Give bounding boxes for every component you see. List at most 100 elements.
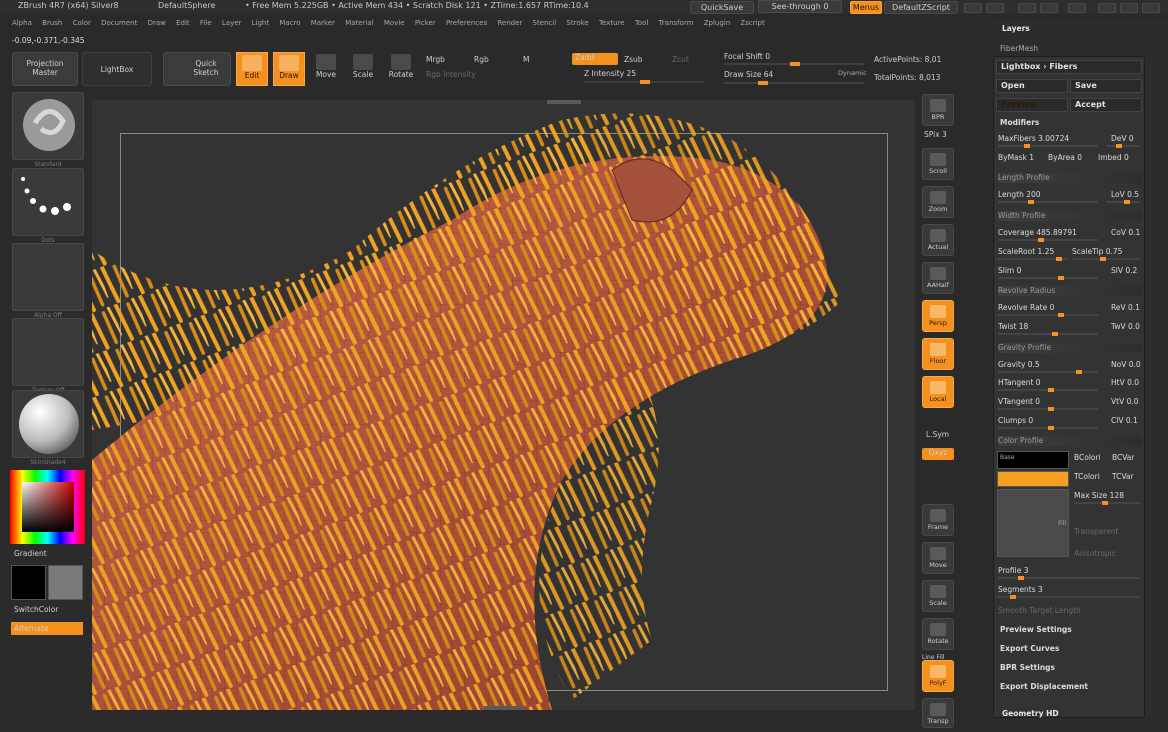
- transp-button[interactable]: Transp: [922, 698, 954, 728]
- revolve-rate-track[interactable]: [998, 313, 1098, 317]
- mrgb-button[interactable]: Mrgb: [426, 55, 445, 64]
- scale-button[interactable]: Scale: [347, 52, 379, 86]
- length-profile-section[interactable]: Length Profile: [998, 173, 1142, 183]
- maximize-icon[interactable]: [1120, 3, 1138, 13]
- tcvar-slider[interactable]: TCVar: [1112, 472, 1134, 481]
- spix-slider[interactable]: SPix 3: [924, 130, 947, 139]
- zcut-button[interactable]: Zcut: [672, 55, 689, 64]
- prev-icon[interactable]: [964, 3, 982, 13]
- texture-thumbnail[interactable]: Texture Off: [12, 318, 84, 394]
- rev-slider[interactable]: ReV 0.1: [1111, 303, 1140, 312]
- profile-curve[interactable]: Fill: [997, 489, 1069, 557]
- profile-track[interactable]: [998, 576, 1140, 580]
- htangent-track[interactable]: [998, 388, 1098, 392]
- menu-item[interactable]: Preferences: [446, 19, 487, 27]
- projection-master-button[interactable]: Projection Master: [12, 52, 78, 86]
- vtv-slider[interactable]: VtV 0.0: [1111, 397, 1139, 406]
- menu-item[interactable]: Picker: [415, 19, 436, 27]
- bpr-settings-button[interactable]: BPR Settings: [1000, 663, 1055, 672]
- anisotropic-toggle[interactable]: Anisotropic: [1074, 549, 1116, 558]
- vtangent-track[interactable]: [998, 407, 1098, 411]
- max-size-slider[interactable]: Max Size 128: [1074, 491, 1124, 500]
- lightbox-button[interactable]: LightBox: [82, 52, 152, 86]
- see-through-slider[interactable]: See-through 0: [758, 0, 842, 13]
- scaleroot-track[interactable]: [998, 257, 1068, 261]
- dynamic-button[interactable]: Dynamic: [838, 69, 867, 77]
- draw-button[interactable]: Draw: [273, 52, 305, 86]
- vtangent-slider[interactable]: VTangent 0: [998, 397, 1040, 406]
- rotate-view-button[interactable]: Rotate: [922, 618, 954, 650]
- maxfibers-slider[interactable]: MaxFibers 3.00724: [998, 134, 1069, 143]
- gravity-profile-section[interactable]: Gravity Profile: [998, 343, 1142, 353]
- rgb-intensity-slider[interactable]: Rgb Intensity: [426, 70, 476, 79]
- z-intensity-track[interactable]: [584, 80, 704, 84]
- main-color-swatch[interactable]: [11, 565, 46, 600]
- revolve-radius-section[interactable]: Revolve Radius: [998, 286, 1142, 296]
- move-view-button[interactable]: Move: [922, 542, 954, 574]
- export-curves-button[interactable]: Export Curves: [1000, 644, 1059, 653]
- clumps-slider[interactable]: Clumps 0: [998, 416, 1033, 425]
- coverage-slider[interactable]: Coverage 485.89791: [998, 228, 1077, 237]
- menu-item[interactable]: Layer: [222, 19, 242, 27]
- menu-item[interactable]: Render: [497, 19, 522, 27]
- base-color-swatch[interactable]: Base: [997, 451, 1069, 469]
- length-track[interactable]: [998, 200, 1098, 204]
- revolve-rate-slider[interactable]: Revolve Rate 0: [998, 303, 1054, 312]
- tcolor-button[interactable]: TColori: [1074, 472, 1100, 481]
- menu-item[interactable]: Light: [252, 19, 269, 27]
- bcolor-button[interactable]: BColori: [1074, 453, 1101, 462]
- segments-slider[interactable]: Segments 3: [998, 585, 1043, 594]
- lov-track[interactable]: [1106, 200, 1140, 204]
- color-square[interactable]: [22, 482, 74, 532]
- fibermesh-header[interactable]: FiberMesh: [1000, 44, 1038, 53]
- preview-settings-button[interactable]: Preview Settings: [1000, 625, 1072, 634]
- next-icon[interactable]: [986, 3, 1004, 13]
- menu-item[interactable]: Tool: [635, 19, 649, 27]
- alpha-thumbnail[interactable]: Alpha Off: [12, 243, 84, 319]
- menu-item[interactable]: Color: [73, 19, 91, 27]
- gravity-track[interactable]: [998, 370, 1098, 374]
- htv-slider[interactable]: HtV 0.0: [1111, 378, 1139, 387]
- lov-slider[interactable]: LoV 0.5: [1111, 190, 1139, 199]
- bottom-scroll-handle[interactable]: [484, 706, 524, 710]
- lsym-button[interactable]: L.Sym: [926, 430, 949, 439]
- menus-button[interactable]: Menus: [850, 1, 882, 14]
- quicksave-button[interactable]: QuickSave: [690, 1, 754, 14]
- scaletip-track[interactable]: [1072, 257, 1140, 261]
- frame-button[interactable]: Frame: [922, 504, 954, 536]
- open-button[interactable]: Open: [996, 79, 1068, 93]
- width-profile-section[interactable]: Width Profile: [998, 211, 1142, 221]
- dev-track[interactable]: [1106, 144, 1140, 148]
- move-button[interactable]: Move: [310, 52, 342, 86]
- local-button[interactable]: Local: [922, 376, 954, 408]
- layers-header[interactable]: Layers: [1002, 24, 1030, 33]
- m-button[interactable]: M: [523, 55, 529, 64]
- scale-view-button[interactable]: Scale: [922, 580, 954, 612]
- floor-button[interactable]: Floor: [922, 338, 954, 370]
- slim-track[interactable]: [998, 276, 1098, 280]
- coverage-track[interactable]: [998, 238, 1098, 242]
- layout-icon[interactable]: [1018, 3, 1036, 13]
- scaleroot-slider[interactable]: ScaleRoot 1.25: [998, 247, 1054, 256]
- focal-shift-slider[interactable]: Focal Shift 0: [724, 52, 770, 61]
- gravity-slider[interactable]: Gravity 0.5: [998, 360, 1040, 369]
- menu-item[interactable]: Edit: [176, 19, 190, 27]
- menu-item[interactable]: Stencil: [533, 19, 557, 27]
- menu-item[interactable]: Transform: [659, 19, 694, 27]
- geometry-hd-header[interactable]: Geometry HD: [1002, 709, 1059, 718]
- z-intensity-slider[interactable]: Z Intensity 25: [584, 69, 636, 78]
- imbed-slider[interactable]: Imbed 0: [1098, 153, 1129, 162]
- default-zscript-button[interactable]: DefaultZScript: [884, 1, 958, 14]
- lock-icon[interactable]: [1068, 3, 1086, 13]
- max-size-track[interactable]: [1074, 501, 1140, 505]
- color-profile-section[interactable]: Color Profile: [998, 436, 1142, 446]
- switchcolor-button[interactable]: SwitchColor: [14, 605, 58, 614]
- close-icon[interactable]: [1142, 3, 1160, 13]
- menu-item[interactable]: Stroke: [566, 19, 588, 27]
- alternate-button[interactable]: Alternate: [11, 622, 83, 635]
- qxyz-button[interactable]: Qxyz: [922, 448, 954, 460]
- cov-slider[interactable]: CoV 0.1: [1111, 228, 1140, 237]
- menu-item[interactable]: Macro: [279, 19, 300, 27]
- tip-color-swatch[interactable]: [997, 471, 1069, 487]
- smooth-target-button[interactable]: Smooth Target Length: [998, 606, 1081, 615]
